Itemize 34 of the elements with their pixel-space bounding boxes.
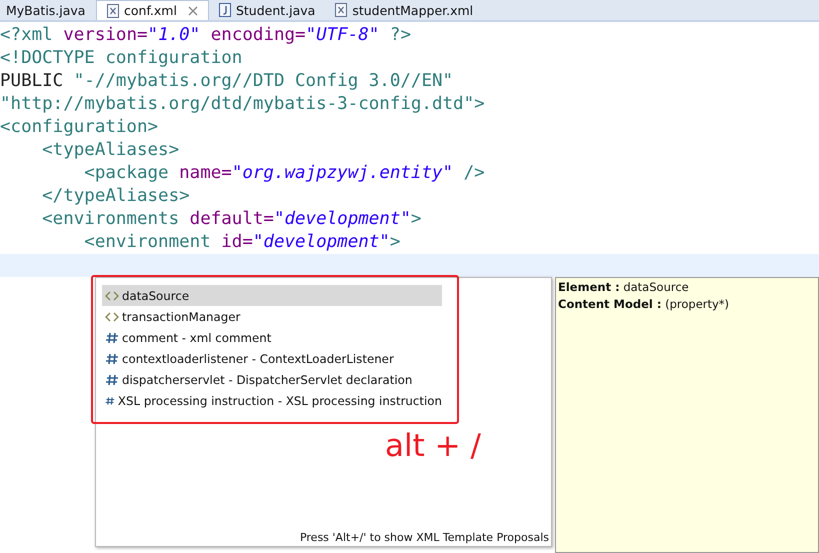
code-line: <!DOCTYPE configuration bbox=[0, 48, 242, 68]
code-line: </typeAliases> bbox=[42, 186, 190, 206]
hash-icon bbox=[105, 332, 119, 344]
java-file-icon bbox=[218, 3, 231, 17]
editor-tab[interactable]: conf.xml bbox=[96, 0, 209, 20]
code-line: <environment id="development"> bbox=[84, 232, 400, 252]
code-line: PUBLIC "-//mybatis.org//DTD Config 3.0//EN" bbox=[0, 71, 454, 91]
hash-icon bbox=[105, 352, 119, 364]
editor-tab[interactable]: studentMapper.xml bbox=[325, 0, 484, 20]
info-text: Content Model : (property*) bbox=[558, 296, 730, 313]
editor-tab[interactable]: Student.java bbox=[208, 0, 326, 20]
angle-brackets-icon bbox=[105, 290, 119, 300]
code-line: <configuration> bbox=[0, 117, 158, 137]
close-icon[interactable] bbox=[188, 6, 198, 16]
info-text: Element : dataSource bbox=[558, 279, 690, 296]
completion-item[interactable]: transactionManager bbox=[102, 306, 442, 327]
code-line: <?xml version="1.0" encoding="UTF-8" ?> bbox=[0, 25, 411, 45]
completion-item[interactable]: dispatcherservlet - DispatcherServlet declaration bbox=[102, 369, 442, 390]
completion-item[interactable]: comment - xml comment bbox=[102, 327, 442, 348]
code-line: <typeAliases> bbox=[42, 140, 180, 160]
editor-tab[interactable]: MyBatis.java bbox=[0, 0, 96, 20]
completion-item[interactable]: dataSource bbox=[102, 285, 442, 306]
xml-file-icon bbox=[107, 4, 119, 18]
completion-item[interactable]: contextloaderlistener - ContextLoaderListener bbox=[102, 348, 442, 369]
hash-icon bbox=[105, 394, 115, 406]
hint-text: Press 'Alt+/' to show XML Template Proposals bbox=[300, 531, 549, 544]
code-line: <environments default="development"> bbox=[42, 209, 422, 229]
hash-icon bbox=[105, 374, 119, 386]
angle-brackets-icon bbox=[105, 312, 119, 322]
code-line: "http://mybatis.org/dtd/mybatis-3-config.dtd"> bbox=[0, 94, 485, 114]
completion-item[interactable]: XSL processing instruction - XSL processing instruction bbox=[102, 390, 442, 411]
xml-file-icon bbox=[335, 3, 348, 17]
code-line: <package name="org.wajpzywj.entity" /> bbox=[84, 163, 485, 183]
annotation-text: alt + / bbox=[385, 428, 481, 464]
